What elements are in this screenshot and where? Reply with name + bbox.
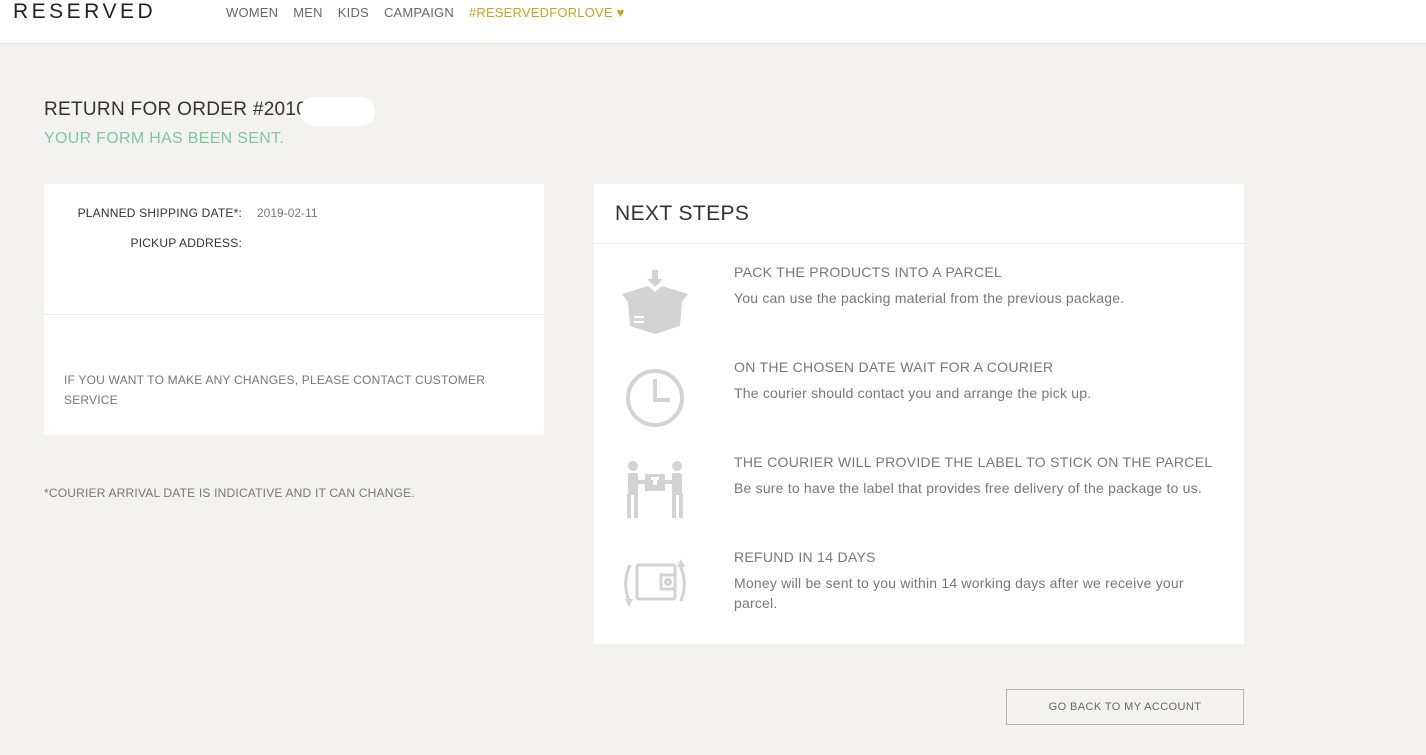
step-title: PACK THE PRODUCTS INTO A PARCEL <box>734 264 1003 280</box>
shipping-date-label: PLANNED SHIPPING DATE*: <box>77 206 242 220</box>
step-description: You can use the packing material from th… <box>734 290 1125 306</box>
card-divider <box>44 314 544 315</box>
shipping-date-value: 2019-02-11 <box>257 206 318 220</box>
step-title: ON THE CHOSEN DATE WAIT FOR A COURIER <box>734 359 1054 375</box>
nav-item-women[interactable]: WOMEN <box>226 5 278 20</box>
nav-item-campaign[interactable]: CAMPAIGN <box>384 5 454 20</box>
courier-date-footnote: *COURIER ARRIVAL DATE IS INDICATIVE AND … <box>44 486 415 500</box>
contact-customer-service-text: IF YOU WANT TO MAKE ANY CHANGES, PLEASE … <box>64 373 486 407</box>
next-steps-divider <box>594 243 1244 244</box>
return-details-card: PLANNED SHIPPING DATE*: 2019-02-11 PICKU… <box>44 184 544 435</box>
clock-icon <box>626 369 684 427</box>
nav-item-kids[interactable]: KIDS <box>338 5 369 20</box>
step-title: THE COURIER WILL PROVIDE THE LABEL TO ST… <box>734 454 1213 470</box>
pickup-address-label: PICKUP ADDRESS: <box>130 236 242 250</box>
top-navigation-bar: RESERVED WOMEN MEN KIDS CAMPAIGN #RESERV… <box>0 0 1426 44</box>
go-back-to-account-button[interactable]: GO BACK TO MY ACCOUNT <box>1006 689 1244 725</box>
step-title: REFUND IN 14 DAYS <box>734 549 876 565</box>
step-description: Money will be sent to you within 14 work… <box>734 575 1184 611</box>
nav-item-men[interactable]: MEN <box>293 5 323 20</box>
wallet-refund-icon <box>624 559 686 607</box>
main-nav: WOMEN MEN KIDS CAMPAIGN #RESERVEDFORLOVE… <box>226 5 640 20</box>
nav-item-reservedforlove[interactable]: #RESERVEDFORLOVE ♥ <box>469 5 625 20</box>
package-icon <box>622 270 688 334</box>
next-steps-card: NEXT STEPS PACK THE PRODUCTS INTO A PARC… <box>594 184 1244 644</box>
brand-logo[interactable]: RESERVED <box>13 0 156 24</box>
courier-handover-icon <box>627 461 683 518</box>
redacted-order-number <box>300 97 375 126</box>
form-sent-status: YOUR FORM HAS BEEN SENT. <box>44 130 285 147</box>
page-title: RETURN FOR ORDER #2010C <box>44 99 322 120</box>
step-description: Be sure to have the label that provides … <box>734 480 1202 496</box>
step-description: The courier should contact you and arran… <box>734 385 1092 401</box>
next-steps-heading: NEXT STEPS <box>615 202 750 225</box>
